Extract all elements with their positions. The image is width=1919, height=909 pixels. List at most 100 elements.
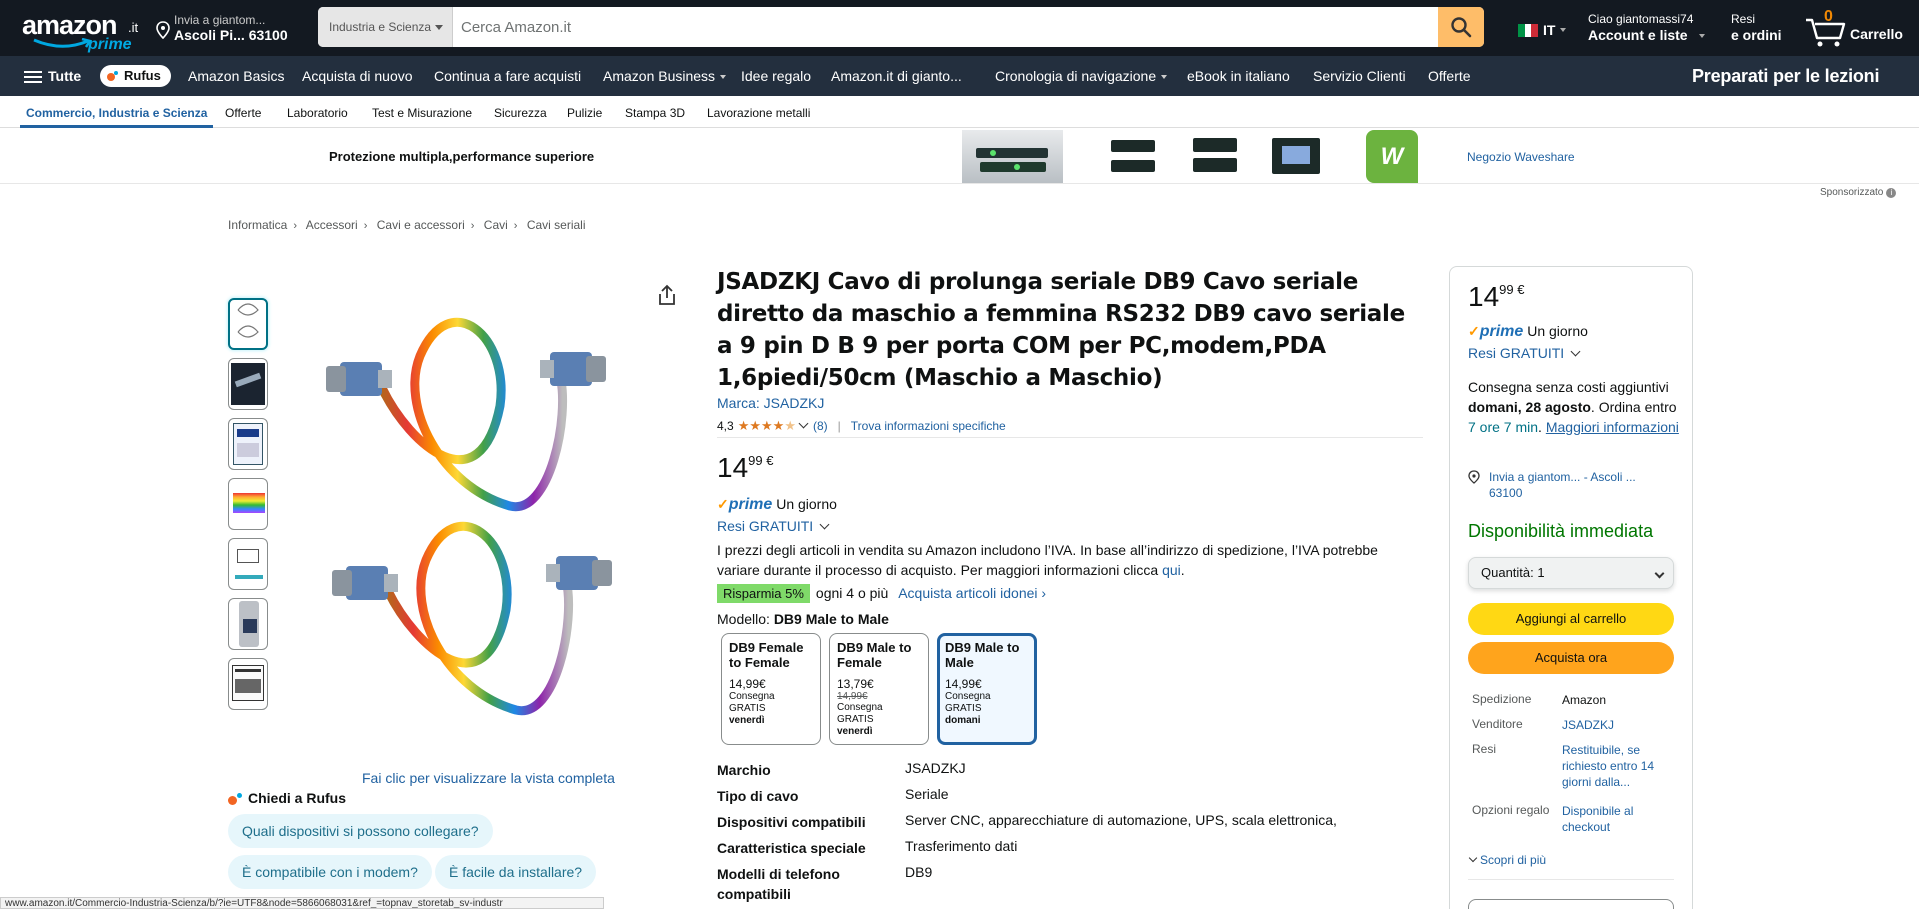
quantity-select[interactable]: Quantità: 1 (1468, 557, 1674, 589)
banner-thumb-1 (1103, 132, 1163, 180)
language-selector[interactable]: IT (1518, 20, 1567, 40)
sponsored-label[interactable]: Sponsorizzato i (1820, 187, 1897, 198)
amazon-logo[interactable]: amazon .it prime (20, 8, 138, 54)
nav-item-amazon-it-of[interactable]: Amazon.it di gianto... (831, 56, 962, 96)
specs-link[interactable]: Trova informazioni specifiche (851, 419, 1006, 433)
review-count-link[interactable]: (8) (813, 419, 828, 433)
vat-link[interactable]: qui (1162, 562, 1181, 578)
variant-price: 14,99€ (729, 677, 766, 691)
cart-button[interactable]: 0 Carrello (1804, 8, 1908, 48)
variant-title: DB9 Female to Female (729, 640, 804, 670)
nav-item-amazon-business-label: Amazon Business (603, 68, 716, 84)
subnav-item-cleaning[interactable]: Pulizie (567, 96, 602, 128)
thumbnail-6[interactable] (228, 598, 268, 650)
add-to-list-button[interactable] (1468, 899, 1674, 909)
nav-item-customer-service[interactable]: Servizio Clienti (1313, 56, 1406, 96)
returns-policy-link[interactable]: Restituibile, se richiesto entro 14 gior… (1562, 742, 1672, 790)
nav-item-gift-ideas[interactable]: Idee regalo (741, 56, 811, 96)
rufus-question-chip[interactable]: Quali dispositivi si possono collegare? (228, 814, 493, 848)
breadcrumb-item[interactable]: Accessori (306, 218, 358, 232)
returns-line2: e ordini (1731, 27, 1782, 43)
nav-item-buy-again[interactable]: Acquista di nuovo (302, 56, 413, 96)
account-label: Account e liste (1588, 27, 1688, 43)
nav-item-ebooks[interactable]: eBook in italiano (1187, 56, 1290, 96)
rufus-question-chip[interactable]: È compatibile con i modem? (228, 855, 432, 889)
chevron-down-icon (819, 519, 830, 530)
savings-badge: Risparmia 5% (717, 584, 810, 603)
breadcrumb-item[interactable]: Cavi (484, 218, 508, 232)
buybox-ship-to[interactable]: Invia a giantom... - Ascoli ... 63100 (1468, 469, 1668, 501)
nav-item-browsing-history[interactable]: Cronologia di navigazione (995, 56, 1168, 96)
eligible-items-link[interactable]: Acquista articoli idonei › (898, 585, 1046, 601)
breadcrumb-separator: › (513, 220, 518, 232)
nav-item-amazon-basics[interactable]: Amazon Basics (188, 56, 284, 96)
rating-row: 4,3 ★ ★ ★ ★ ★ (8) | Trova informazioni speci… (717, 418, 1006, 433)
main-product-image[interactable] (320, 296, 640, 732)
logo-suffix: .it (128, 20, 139, 35)
variant-shipping: Consegna GRATIS (729, 691, 775, 714)
account-greeting: Ciao giantomassi74 (1588, 12, 1694, 26)
caret-down-icon (1161, 75, 1168, 80)
info-key: Opzioni regalo (1472, 803, 1550, 817)
search-bar: Industria e Scienza (318, 7, 1484, 47)
search-button[interactable] (1438, 7, 1484, 47)
variant-option-male-male[interactable]: DB9 Male to Male 14,99€ Consegna GRATIS … (937, 633, 1037, 745)
thumbnail-1[interactable] (228, 298, 268, 350)
thumbnail-4[interactable] (228, 478, 268, 530)
breadcrumb-item[interactable]: Cavi e accessori (377, 218, 465, 232)
add-to-cart-button[interactable]: Aggiungi al carrello (1468, 603, 1674, 635)
see-more-label: Scopri di più (1480, 853, 1547, 867)
search-input[interactable] (453, 7, 1428, 47)
breadcrumb-item[interactable]: Cavi seriali (527, 218, 586, 232)
more-info-link[interactable]: Maggiori informazioni (1546, 419, 1679, 435)
price-whole: 14 (717, 452, 749, 483)
subnav-item-safety[interactable]: Sicurezza (494, 96, 547, 128)
returns-orders[interactable]: Resi e ordini (1731, 12, 1791, 46)
nav-item-keep-shopping[interactable]: Continua a fare acquisti (434, 56, 581, 96)
account-lists[interactable]: Ciao giantomassi74 Account e liste (1588, 12, 1710, 46)
chevron-down-icon[interactable] (798, 418, 809, 428)
main-nav: Tutte Rufus Amazon Basics Acquista di nu… (0, 56, 1919, 96)
search-department-select[interactable]: Industria e Scienza (318, 7, 453, 47)
free-returns-link[interactable]: Resi GRATUITI (717, 518, 830, 534)
subnav-item-test[interactable]: Test e Misurazione (372, 96, 472, 128)
subnav-item-offers[interactable]: Offerte (225, 96, 261, 128)
subnav-item-3d-print[interactable]: Stampa 3D (625, 96, 685, 128)
nav-promo[interactable]: Preparati per le lezioni (1692, 56, 1879, 96)
free-returns-label: Resi GRATUITI (717, 518, 814, 534)
buy-now-button[interactable]: Acquista ora (1468, 642, 1674, 674)
sponsored-banner[interactable]: Protezione multipla,performance superior… (0, 129, 1919, 184)
thumbnail-3[interactable] (228, 418, 268, 470)
seller-link[interactable]: JSADZKJ (1562, 717, 1672, 733)
subnav-item-metalwork[interactable]: Lavorazione metalli (707, 96, 810, 128)
breadcrumb-item[interactable]: Informatica (228, 218, 287, 232)
product-price: 1499 € (717, 452, 773, 484)
info-icon: i (1886, 188, 1897, 198)
see-more-toggle[interactable]: Scopri di più (1468, 853, 1547, 867)
star-rating-icon[interactable]: ★ ★ ★ ★ ★ (738, 419, 796, 432)
subnav-item-lab[interactable]: Laboratorio (287, 96, 348, 128)
caret-down-icon (720, 75, 727, 80)
spec-key: Modelli di telefono compatibili (717, 866, 840, 902)
thumbnail-5[interactable] (228, 538, 268, 590)
buybox-free-returns[interactable]: Resi GRATUITI (1468, 345, 1581, 361)
rufus-question-chip[interactable]: È facile da installare? (435, 855, 597, 889)
view-full-image-link[interactable]: Fai clic per visualizzare la vista compl… (362, 770, 615, 786)
all-menu-button[interactable]: Tutte (24, 56, 81, 96)
all-menu-label: Tutte (48, 68, 82, 84)
deliver-to[interactable]: Invia a giantom... Ascoli Pi... 63100 (156, 12, 296, 46)
variant-option-male-female[interactable]: DB9 Male to Female 13,79€ 14,99€ Consegn… (829, 633, 929, 745)
subnav-item-category[interactable]: Commercio, Industria e Scienza (20, 96, 214, 128)
gift-options-link[interactable]: Disponibile al checkout (1562, 803, 1672, 835)
share-button[interactable] (656, 284, 678, 309)
nav-item-deals[interactable]: Offerte (1428, 56, 1471, 96)
thumbnail-7[interactable] (228, 658, 268, 710)
breadcrumb-separator: › (363, 220, 368, 232)
nav-item-amazon-business[interactable]: Amazon Business (603, 56, 727, 96)
thumbnail-2[interactable] (228, 358, 268, 410)
rufus-button[interactable]: Rufus (100, 65, 171, 87)
store-link[interactable]: Negozio Waveshare (1467, 150, 1575, 164)
variant-option-female-female[interactable]: DB9 Female to Female 14,99€ Consegna GRA… (721, 633, 821, 745)
brand-link[interactable]: Marca: JSADZKJ (717, 395, 824, 411)
rufus-label: Rufus (124, 68, 161, 83)
